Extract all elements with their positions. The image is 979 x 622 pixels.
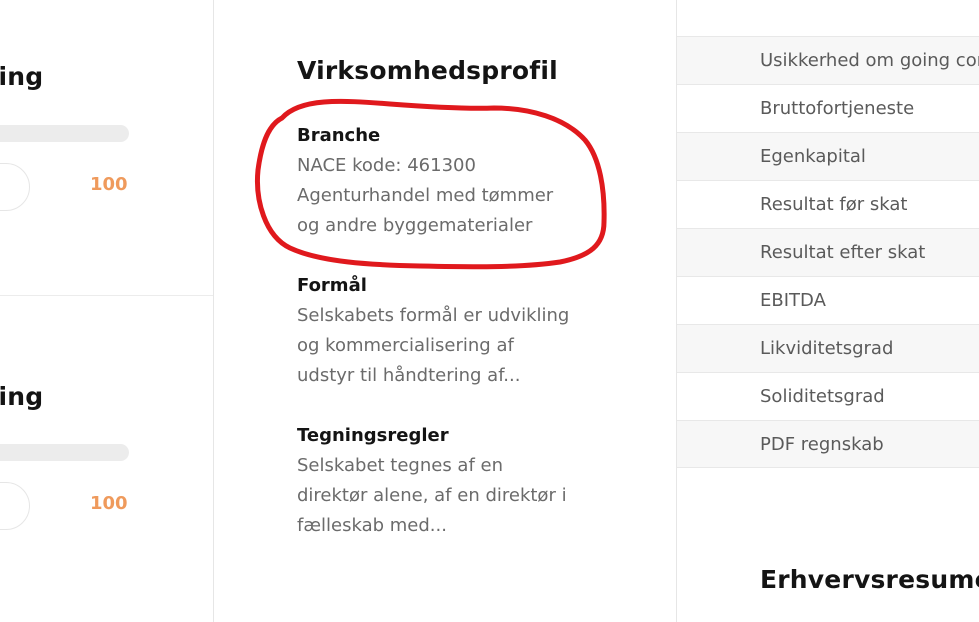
formaal-block: Formål Selskabets formål er udvikling og…: [297, 271, 597, 391]
kpi-label: EBITDA: [760, 290, 826, 311]
company-profile-heading: Virksomhedsprofil: [297, 56, 558, 85]
score-progress-bar: [0, 125, 129, 142]
left-card-title: ring: [0, 382, 44, 411]
left-card-title: ring: [0, 62, 44, 91]
score-toggle[interactable]: [0, 163, 30, 211]
kpi-label: Usikkerhed om going concern: [760, 50, 979, 71]
left-column-divider: [213, 0, 214, 622]
kpi-row-egenkapital[interactable]: Egenkapital: [677, 132, 979, 180]
formaal-line: udstyr til håndtering af...: [297, 365, 521, 386]
tegningsregler-label: Tegningsregler: [297, 425, 449, 446]
branche-block: Branche NACE kode: 461300 Agenturhandel …: [297, 121, 597, 241]
score-value: 100: [90, 493, 128, 514]
kpi-row-going-concern[interactable]: Usikkerhed om going concern: [677, 36, 979, 84]
kpi-row-resultat-efter-skat[interactable]: Resultat efter skat: [677, 228, 979, 276]
kpi-row-ebitda[interactable]: EBITDA: [677, 276, 979, 324]
kpi-label: Egenkapital: [760, 146, 866, 167]
tegningsregler-line: direktør alene, af en direktør i: [297, 485, 567, 506]
kpi-row-bruttofortjeneste[interactable]: Bruttofortjeneste: [677, 84, 979, 132]
tegningsregler-line: Selskabet tegnes af en: [297, 455, 504, 476]
kpi-row-pdf-regnskab[interactable]: PDF regnskab: [677, 420, 979, 468]
tegningsregler-line: fælleskab med...: [297, 515, 447, 536]
branche-line: og andre byggematerialer: [297, 215, 533, 236]
tegningsregler-block: Tegningsregler Selskabet tegnes af en di…: [297, 421, 597, 541]
kpi-label: Resultat før skat: [760, 194, 908, 215]
kpi-row-resultat-foer-skat[interactable]: Resultat før skat: [677, 180, 979, 228]
kpi-label: Soliditetsgrad: [760, 386, 885, 407]
branche-line: NACE kode: 461300: [297, 155, 476, 176]
score-toggle[interactable]: [0, 482, 30, 530]
kpi-row-soliditetsgrad[interactable]: Soliditetsgrad: [677, 372, 979, 420]
kpi-label: Resultat efter skat: [760, 242, 926, 263]
score-progress-bar: [0, 444, 129, 461]
kpi-label: PDF regnskab: [760, 433, 884, 455]
formaal-line: Selskabets formål er udvikling: [297, 305, 570, 326]
score-value: 100: [90, 174, 128, 195]
left-card-separator: [0, 295, 213, 296]
formaal-label: Formål: [297, 275, 367, 296]
formaal-line: og kommercialisering af: [297, 335, 514, 356]
branche-label: Branche: [297, 125, 381, 146]
branche-line: Agenturhandel med tømmer: [297, 185, 554, 206]
kpi-label: Bruttofortjeneste: [760, 98, 915, 119]
kpi-row-likviditetsgrad[interactable]: Likviditetsgrad: [677, 324, 979, 372]
kpi-label: Likviditetsgrad: [760, 338, 894, 359]
financial-kpi-list: Usikkerhed om going concern Bruttofortje…: [677, 36, 979, 468]
business-summary-heading: Erhvervsresumé: [760, 565, 979, 594]
